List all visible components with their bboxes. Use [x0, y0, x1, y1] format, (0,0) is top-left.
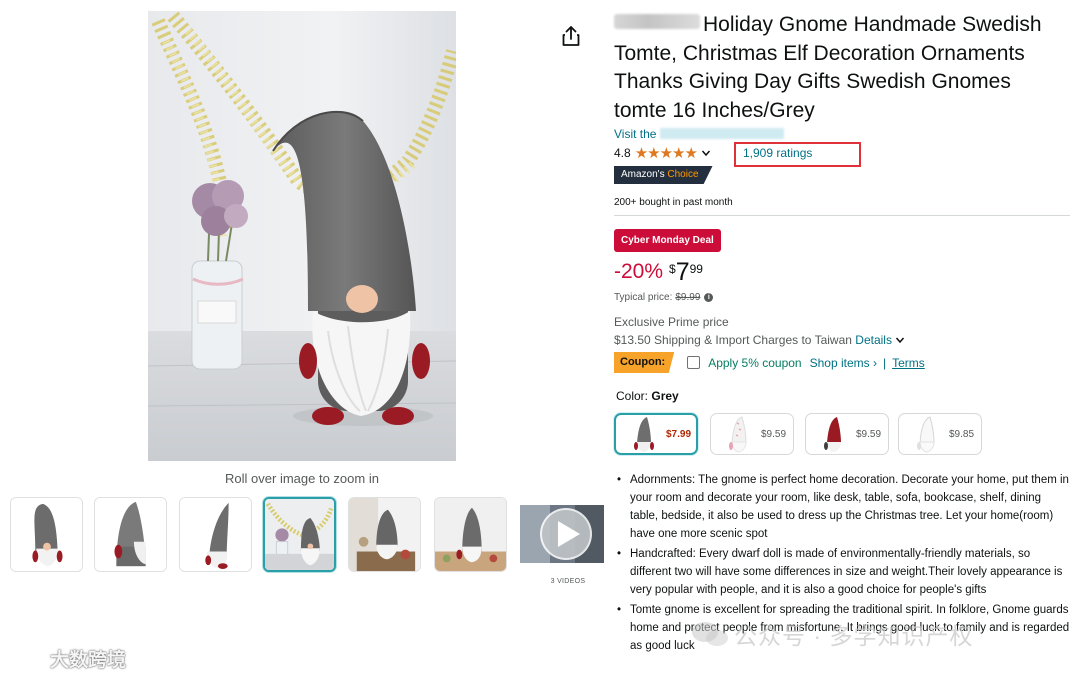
gnome-swatch-icon: [729, 416, 747, 453]
color-swatch-white-pink[interactable]: $9.59: [710, 413, 794, 455]
watermark-left: 大数跨境: [10, 645, 126, 672]
price-fraction: 99: [689, 262, 703, 276]
typical-price: Typical price: $9.99 i: [614, 292, 714, 303]
main-product-image[interactable]: [148, 11, 456, 461]
gnome-photo: [148, 11, 456, 461]
shipping-charges: $13.50 Shipping & Import Charges to Taiw…: [614, 333, 905, 347]
thumbnail-4-selected[interactable]: [263, 497, 336, 572]
info-icon[interactable]: i: [704, 293, 714, 302]
zoom-hint: Roll over image to zoom in: [225, 471, 379, 486]
gnome-swatch-icon: [634, 417, 654, 452]
color-swatch-red[interactable]: $9.59: [805, 413, 889, 455]
choice-prefix: Amazon's: [621, 169, 665, 180]
color-label: Color:: [616, 389, 649, 403]
watermark-right: 公众号 · 多学知识产权: [690, 617, 973, 651]
feature-bullet: Handcrafted: Every dwarf doll is made of…: [614, 545, 1070, 599]
coupon-badge: Coupon:: [614, 352, 675, 373]
annotation-highlight-box: [734, 142, 861, 167]
color-swatch-grey[interactable]: $7.99: [614, 413, 698, 455]
product-title: Holiday Gnome Handmade Swedish Tomte, Ch…: [614, 11, 1064, 125]
separator: |: [882, 355, 887, 370]
watermark-right-text: 公众号 · 多学知识产权: [734, 623, 974, 649]
video-thumbnail[interactable]: [520, 497, 604, 572]
swatch-price: $9.85: [949, 428, 975, 440]
terms-link[interactable]: Terms: [892, 356, 925, 370]
thumbnail-5[interactable]: [348, 497, 421, 572]
share-icon[interactable]: [561, 25, 581, 47]
discount-percent: -20%: [614, 260, 664, 283]
price-whole: 7: [675, 258, 690, 286]
gnome-swatch-icon: [917, 416, 935, 453]
color-swatch-white[interactable]: $9.85: [898, 413, 982, 455]
price-row: -20% $ 7 99: [614, 258, 703, 286]
choice-word: Choice: [667, 169, 699, 180]
redacted-store-name: [659, 128, 784, 139]
swatch-price: $9.59: [761, 428, 787, 440]
store-link-prefix: Visit the: [614, 127, 657, 141]
shipping-text: $13.50 Shipping & Import Charges to Taiw…: [614, 333, 852, 347]
rating-value: 4.8: [614, 146, 631, 160]
watermark-left-text: 大数跨境: [50, 650, 127, 671]
visit-store-link[interactable]: Visit the: [614, 127, 784, 141]
watermark-logo-icon: [10, 648, 42, 668]
cyber-monday-deal-badge: Cyber Monday Deal: [614, 229, 721, 252]
chevron-down-icon[interactable]: [701, 148, 711, 158]
rating-row: 4.8 ★★★★★: [614, 144, 711, 162]
coupon-checkbox[interactable]: [687, 356, 701, 369]
shipping-details-link[interactable]: Details: [855, 333, 892, 347]
swatch-price: $7.99: [666, 428, 692, 440]
selected-color-value: Grey: [651, 389, 679, 403]
shop-items-link[interactable]: Shop items ›: [810, 356, 877, 370]
thumbnail-1[interactable]: [10, 497, 83, 572]
thumbnail-2[interactable]: [94, 497, 167, 572]
bought-in-past-month: 200+ bought in past month: [614, 197, 733, 208]
coupon-row: Coupon: Apply 5% coupon Shop items › | T…: [614, 352, 925, 373]
divider: [614, 215, 1070, 216]
exclusive-prime-price: Exclusive Prime price: [614, 315, 729, 329]
swatch-price: $9.59: [856, 428, 882, 440]
typical-price-label: Typical price:: [614, 292, 673, 303]
feature-bullet: Adornments: The gnome is perfect home de…: [614, 471, 1070, 543]
product-title-text: Holiday Gnome Handmade Swedish Tomte, Ch…: [614, 13, 1042, 122]
thumbnail-3[interactable]: [179, 497, 252, 572]
apply-coupon-label[interactable]: Apply 5% coupon: [708, 356, 801, 370]
price-currency: $: [669, 262, 676, 276]
chevron-down-icon[interactable]: [895, 335, 905, 345]
redacted-brand: [614, 14, 700, 29]
amazons-choice-badge[interactable]: Amazon's Choice: [614, 166, 713, 184]
videos-count-label: 3 VIDEOS: [550, 578, 586, 585]
gnome-swatch-icon: [824, 417, 841, 452]
star-rating-icon[interactable]: ★★★★★: [635, 144, 698, 162]
thumbnail-6[interactable]: [434, 497, 507, 572]
color-label-row: Color: Grey: [616, 389, 679, 403]
wechat-logo-icon: [692, 622, 728, 646]
typical-price-value: $9.99: [675, 292, 701, 303]
